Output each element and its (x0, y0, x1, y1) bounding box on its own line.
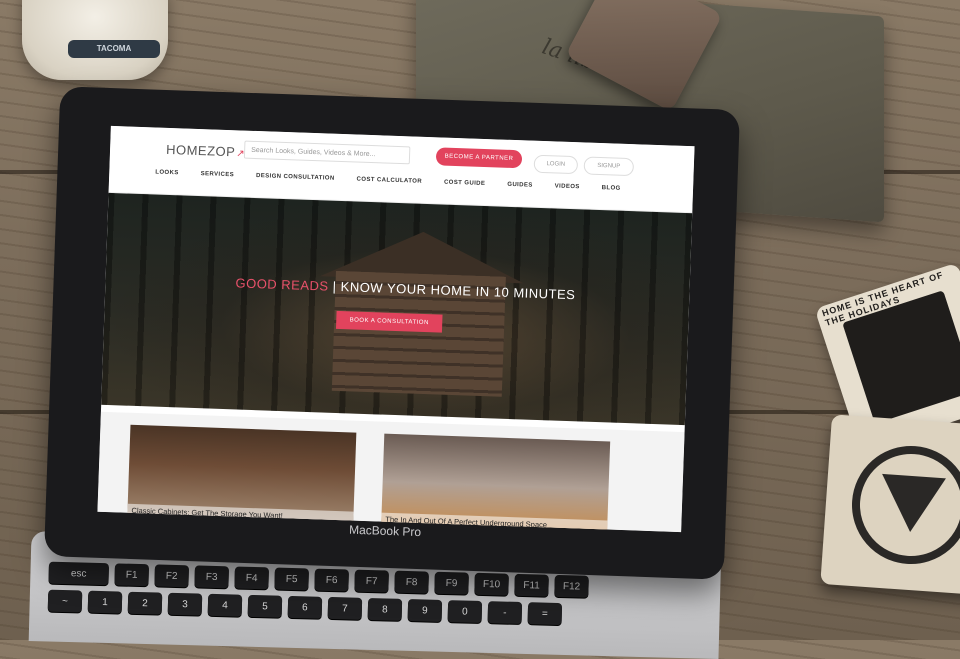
hero-banner: GOOD READS | KNOW YOUR HOME IN 10 MINUTE… (101, 192, 693, 426)
keyboard-key: 6 (287, 595, 323, 619)
jar-label: TACOMA (68, 40, 160, 58)
keyboard-key: F1 (114, 563, 149, 587)
keyboard-key: F4 (234, 566, 269, 590)
keyboard-key: esc (48, 561, 110, 586)
article-card[interactable]: Classic Cabinets: Get The Storage You Wa… (127, 424, 357, 529)
laptop-screen: HOMEZOP↗ Search Looks, Guides, Videos & … (97, 125, 695, 533)
article-card[interactable]: The In And Out Of A Perfect Underground … (380, 433, 611, 533)
article-cards: Classic Cabinets: Get The Storage You Wa… (97, 411, 685, 533)
keyboard-key: F3 (194, 565, 229, 589)
keyboard-key: F6 (314, 568, 349, 592)
keyboard-key: 5 (247, 594, 283, 618)
keyboard-key: ~ (47, 589, 83, 613)
keyboard-key: F10 (474, 572, 509, 596)
keyboard-key: 1 (87, 590, 123, 614)
nav-cost-calculator[interactable]: COST CALCULATOR (356, 177, 422, 185)
keyboard-key: F9 (434, 571, 469, 595)
nav-guides[interactable]: GUIDES (507, 182, 533, 189)
hero-accent: GOOD READS (235, 275, 329, 294)
nav-looks[interactable]: LOOKS (155, 170, 179, 177)
logo-text: HOMEZOP (165, 141, 236, 160)
site-logo[interactable]: HOMEZOP↗ (166, 142, 246, 160)
keyboard-key: 4 (207, 593, 243, 617)
keyboard-key: 0 (447, 600, 483, 623)
login-button[interactable]: LOGIN (533, 154, 579, 175)
keyboard-key: F12 (554, 574, 589, 598)
nav-cost-guide[interactable]: COST GUIDE (444, 180, 486, 187)
keyboard-key: 7 (327, 596, 363, 620)
keyboard-key: = (527, 602, 563, 626)
triangle-emblem-icon (878, 473, 946, 535)
keyboard-key: F2 (154, 564, 189, 588)
nav-design-consultation[interactable]: DESIGN CONSULTATION (256, 173, 335, 182)
become-partner-button[interactable]: BECOME A PARTNER (435, 147, 523, 169)
nav-blog[interactable]: BLOG (602, 185, 621, 192)
keyboard-key: F7 (354, 569, 389, 593)
book-consultation-button[interactable]: BOOK A CONSULTATION (335, 310, 443, 333)
keyboard-key: - (487, 601, 523, 625)
nav-videos[interactable]: VIDEOS (555, 183, 580, 190)
search-input[interactable]: Search Looks, Guides, Videos & More... (243, 140, 411, 165)
candle-jar: TACOMA (22, 0, 168, 80)
keyboard-key: 2 (127, 591, 163, 615)
keyboard-key: F11 (514, 573, 549, 597)
signup-button[interactable]: SIGNUP (583, 156, 635, 177)
keyboard-key: 8 (367, 598, 403, 621)
nav-services[interactable]: SERVICES (201, 171, 235, 178)
coaster-ornate (820, 414, 960, 596)
keyboard-key: 9 (407, 599, 443, 622)
keyboard-key: 3 (167, 592, 203, 616)
keyboard-key: F8 (394, 570, 429, 594)
keyboard-key: F5 (274, 567, 309, 591)
